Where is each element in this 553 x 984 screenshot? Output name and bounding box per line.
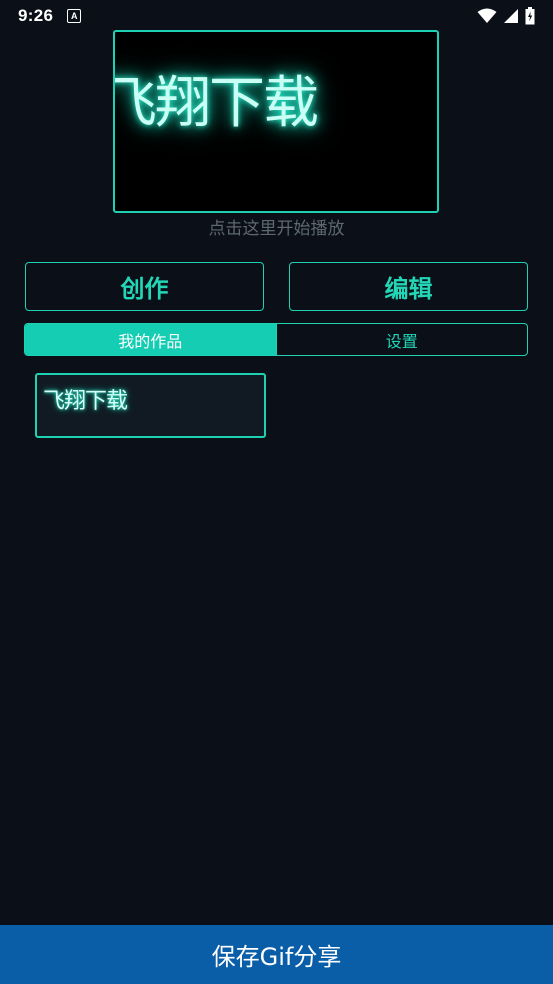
status-left: 9:26 A [18,6,82,26]
save-gif-share-button[interactable]: 保存Gif分享 [0,925,553,984]
tab-settings[interactable]: 设置 [275,324,528,355]
battery-icon [525,7,535,25]
preview-glow-text: 飞翔下载 [113,71,319,136]
tab-bar: 我的作品 设置 [24,323,528,356]
tab-my-works[interactable]: 我的作品 [25,324,276,355]
work-item[interactable]: 飞翔下载 [35,373,266,438]
create-button[interactable]: 创作 [25,262,264,311]
play-hint[interactable]: 点击这里开始播放 [0,214,553,239]
status-time: 9:26 [18,6,54,25]
edit-button[interactable]: 编辑 [289,262,528,311]
status-right [477,7,535,25]
status-bar: 9:26 A [0,0,553,32]
work-thumbnail-text: 飞翔下载 [43,389,128,414]
wifi-icon [477,8,497,23]
signal-icon [504,9,518,23]
notification-icon: A [67,9,82,23]
gif-preview[interactable]: 飞翔下载 [113,30,439,213]
